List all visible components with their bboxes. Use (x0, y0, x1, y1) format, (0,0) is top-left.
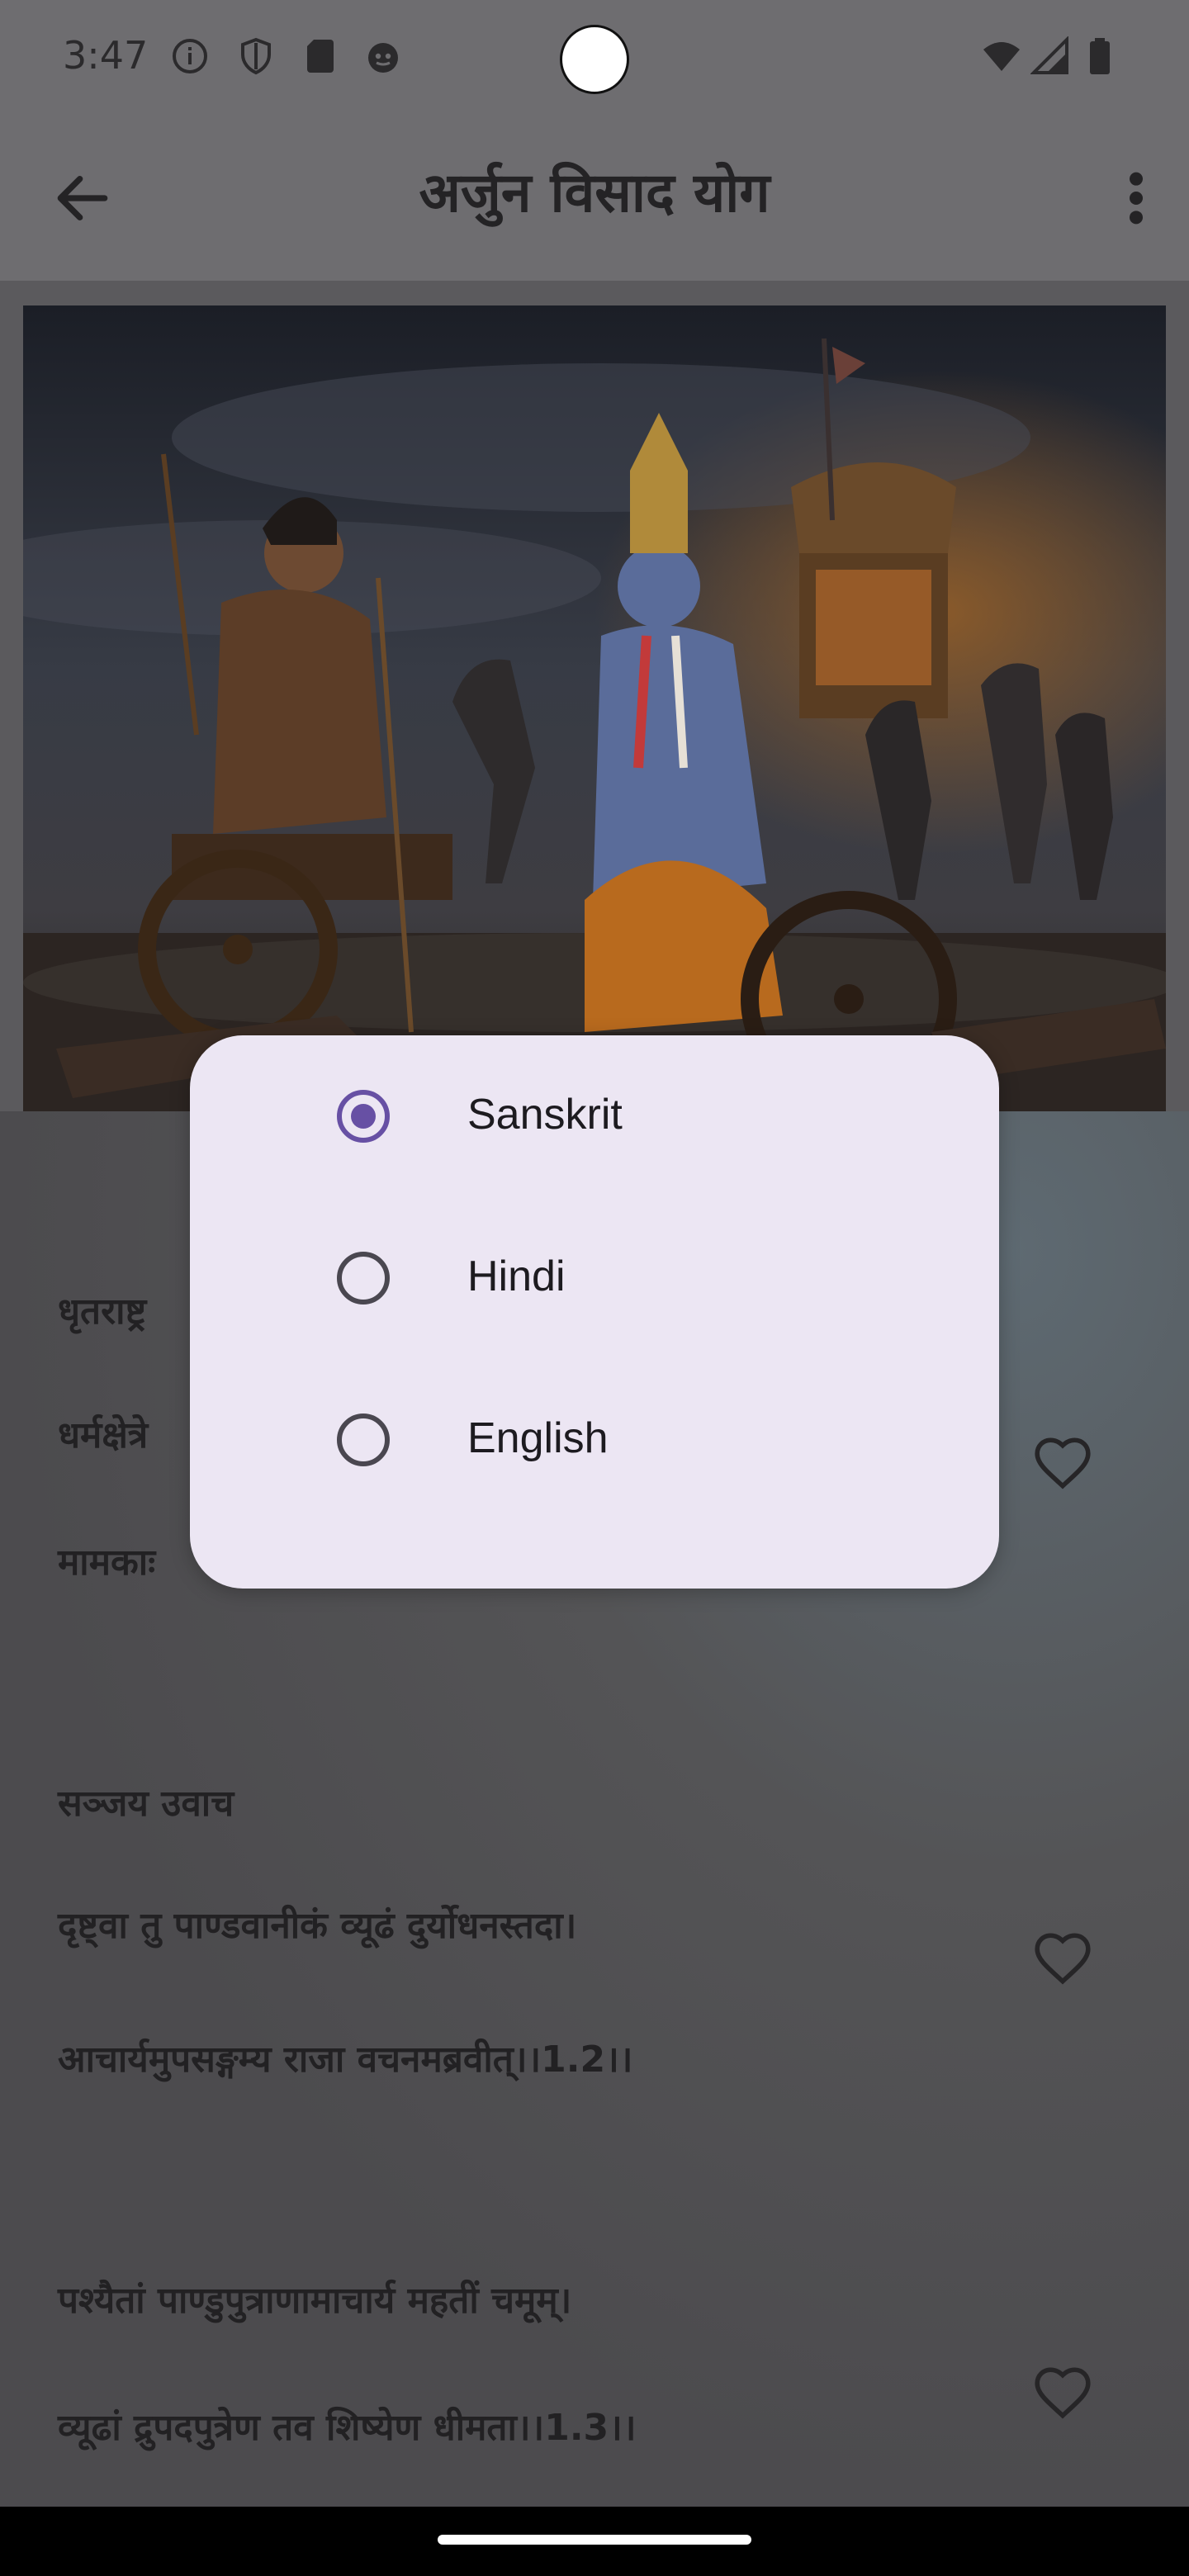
language-option-english[interactable]: English (190, 1359, 999, 1521)
language-dialog: Sanskrit Hindi English (190, 1035, 999, 1589)
home-gesture-handle[interactable] (438, 2535, 751, 2545)
verse-speaker: सञ्जय उवाच (58, 1783, 234, 1825)
verse-line: आचार्यमुपसङ्गम्य राजा वचनमब्रवीत्।।1.2।। (58, 2039, 633, 2081)
camera-cutout (560, 25, 629, 94)
favorite-heart-icon[interactable] (1032, 1435, 1093, 1491)
language-option-label: Hindi (467, 1252, 566, 1300)
language-option-label: English (467, 1414, 609, 1462)
more-options-icon[interactable] (1120, 165, 1153, 231)
screen: 3:47 अर्जुन विसाद योग धृतराष्ट्र धर्मक्ष… (0, 0, 1189, 2576)
verse-line: दृष्ट्वा तु पाण्डवानीकं व्यूढं दुर्योधनस… (58, 1905, 577, 1947)
favorite-heart-icon[interactable] (1032, 1930, 1093, 1986)
back-arrow-icon[interactable] (50, 165, 116, 231)
shield-icon (241, 37, 271, 75)
language-option-sanskrit[interactable]: Sanskrit (190, 1035, 999, 1197)
wifi-icon (983, 42, 1020, 71)
favorite-heart-icon[interactable] (1032, 2365, 1093, 2421)
verse-line: पश्यैतां पाण्डुपुत्राणामाचार्य महतीं चमू… (58, 2280, 572, 2322)
battery-icon (1090, 38, 1110, 74)
verse-line: मामकाः (58, 1541, 156, 1584)
page-title: अर्जुन विसाद योग (419, 161, 770, 225)
status-time: 3:47 (63, 33, 149, 78)
language-option-hindi[interactable]: Hindi (190, 1197, 999, 1359)
verse-speaker: धृतराष्ट्र (58, 1290, 147, 1333)
info-icon (173, 39, 207, 73)
language-option-label: Sanskrit (467, 1091, 623, 1139)
verse-line: व्यूढां द्रुपदपुत्रेण तव शिष्येण धीमता।।… (58, 2407, 637, 2449)
chapter-illustration (23, 305, 1166, 1111)
verse-line: धर्मक्षेत्रे (58, 1414, 149, 1456)
radio-unselected-icon[interactable] (337, 1252, 390, 1305)
radio-selected-icon[interactable] (337, 1090, 390, 1143)
radio-unselected-icon[interactable] (337, 1413, 390, 1466)
signal-icon (1030, 36, 1068, 74)
android-debug-icon (368, 43, 398, 73)
sd-card-icon (307, 40, 334, 73)
